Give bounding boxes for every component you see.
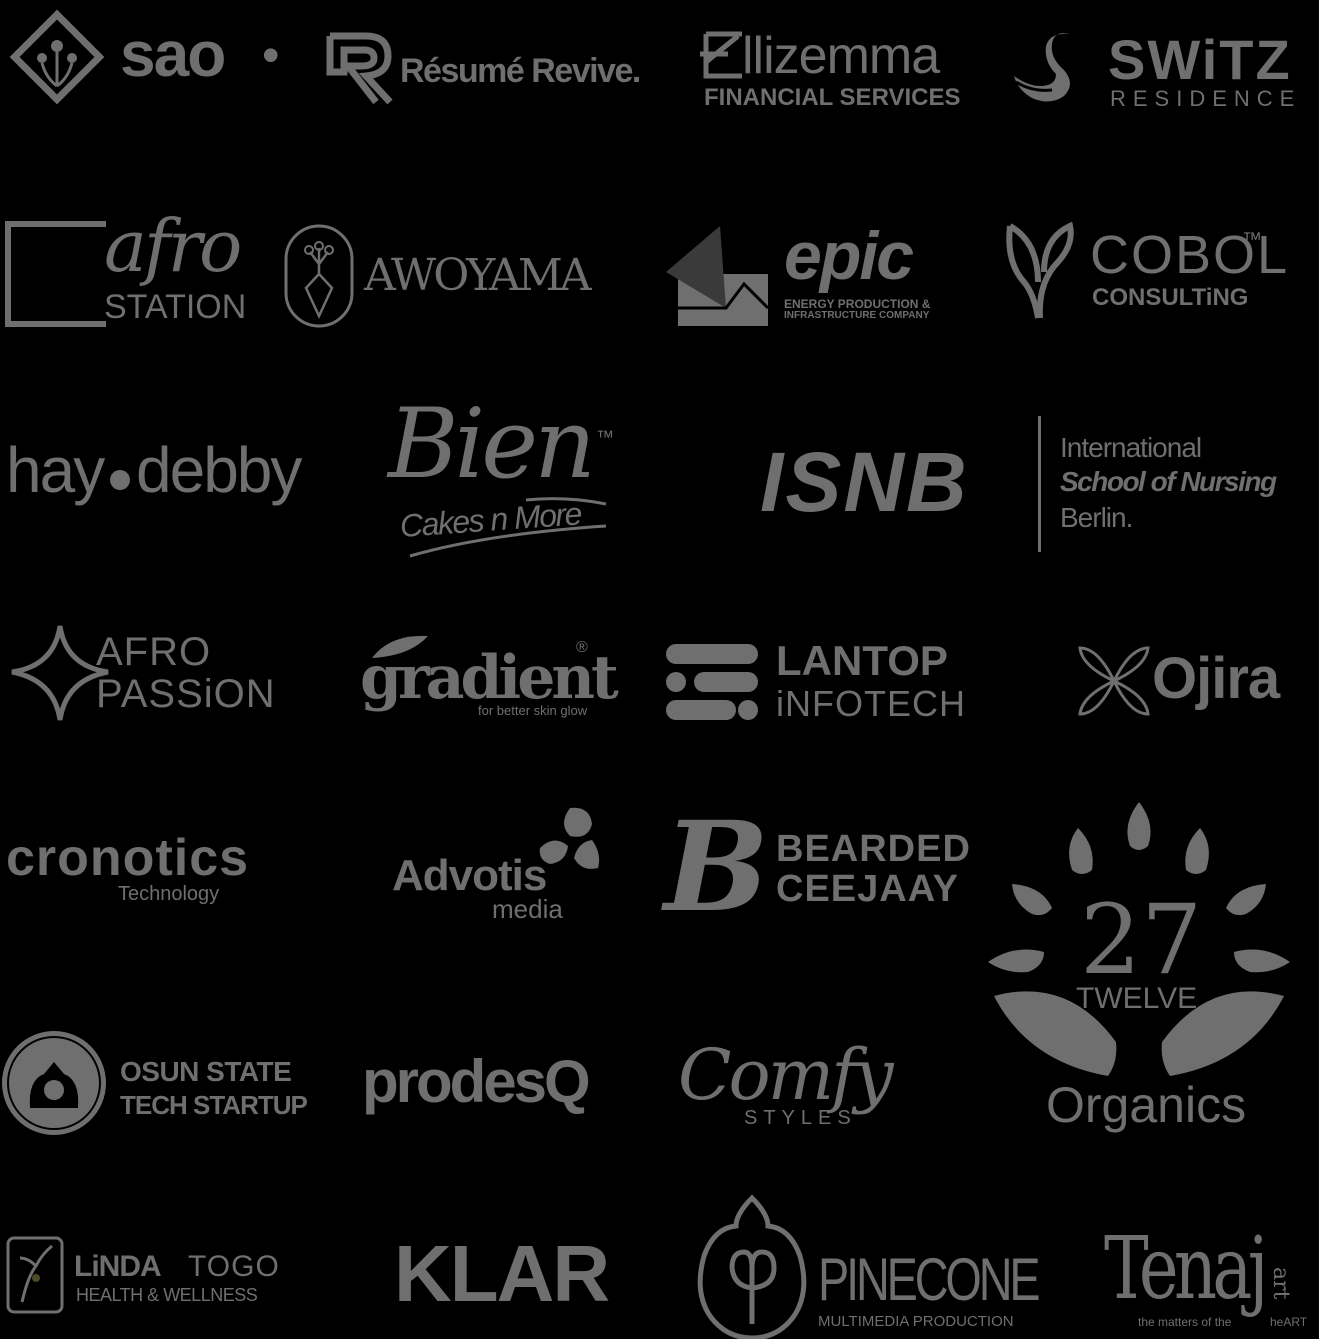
- cronotics-sub: Technology: [118, 883, 220, 905]
- swan-icon: [1014, 33, 1070, 102]
- comfy-wordmark: Comfy: [678, 1034, 894, 1116]
- gradient-wordmark: gradient: [360, 643, 619, 713]
- lantop-bottom: iNFOTECH: [776, 683, 966, 724]
- comfy-sub: STYLES: [744, 1107, 857, 1129]
- cronotics-wordmark: cronotics: [6, 829, 250, 887]
- twentyseven-bottom: Organics: [1046, 1077, 1247, 1133]
- ellizemma-e-icon: [700, 31, 742, 79]
- awoyama-wordmark: AWOYAMA: [364, 250, 592, 301]
- awoyama-emblem-icon: [284, 224, 354, 328]
- haydebby-right: debby: [136, 434, 302, 506]
- cobol-sub: CONSULTiNG: [1092, 284, 1249, 311]
- sao-wordmark: sao: [120, 18, 226, 90]
- osun-top: OSUN STATE: [120, 1056, 292, 1087]
- pinecone-wordmark: PINECONE: [818, 1246, 1041, 1313]
- pinecone-sub: MULTIMEDIA PRODUCTION: [818, 1313, 1014, 1330]
- ellizemma-wordmark: llizemma: [742, 27, 940, 85]
- gradient-reg: ®: [576, 639, 588, 656]
- isnb-line3: Berlin.: [1060, 502, 1133, 533]
- linda-sub: HEALTH & WELLNESS: [76, 1285, 258, 1305]
- bearded-top: BEARDED: [776, 828, 971, 870]
- afro-station-top: afro: [104, 204, 242, 288]
- bien-tm: ™: [596, 427, 614, 447]
- pinecone-icon: [697, 1194, 807, 1339]
- tenaj-sub: the matters of the: [1138, 1315, 1232, 1329]
- ojira-flower-icon: [1078, 646, 1150, 716]
- ojira-wordmark: Ojira: [1152, 646, 1280, 711]
- osun-bottom: TECH STARTUP: [120, 1090, 308, 1120]
- lantop-bars-icon: [666, 644, 758, 720]
- gradient-sub: for better skin glow: [478, 703, 588, 718]
- bearded-bottom: CEEJAAY: [776, 868, 960, 910]
- tenaj-wordmark: Tenaj: [1104, 1219, 1269, 1319]
- twentyseven-mid: TWELVE: [1076, 982, 1198, 1015]
- epic-sub1: ENERGY PRODUCTION &: [784, 297, 931, 311]
- switz-wordmark: SWiTZ: [1108, 28, 1292, 91]
- haydebby-dot-icon: [110, 470, 130, 490]
- haydebby-left: hay: [6, 434, 105, 506]
- afro-station-bottom: STATION: [104, 288, 247, 326]
- linda-name-b: TOGO: [188, 1250, 280, 1283]
- isnb-line1: International: [1060, 432, 1202, 463]
- advotis-sub: media: [492, 894, 563, 924]
- isnb-line2: School of Nursing: [1060, 466, 1277, 497]
- linda-figure-icon: [6, 1236, 64, 1314]
- lantop-top: LANTOP: [776, 637, 948, 684]
- epic-box-icon: [666, 226, 770, 326]
- afro-passion-star-icon: [11, 625, 109, 721]
- isnb-wordmark: ISNB: [760, 435, 969, 529]
- switz-sub: RESIDENCE: [1110, 86, 1302, 111]
- prodesq-wordmark: prodesQ: [362, 1048, 591, 1115]
- linda-name-a: LiNDA: [74, 1250, 162, 1283]
- ellizemma-sub: FINANCIAL SERVICES: [704, 84, 961, 111]
- klar-wordmark: KLAR: [394, 1229, 610, 1318]
- tenaj-sub2: heART: [1270, 1315, 1308, 1329]
- sao-diamond-icon: [9, 9, 105, 105]
- tenaj-side: art: [1268, 1267, 1293, 1300]
- isnb-divider: [1038, 416, 1041, 552]
- afro-passion-bottom: PASSiON: [96, 672, 276, 716]
- bearded-b-icon: B: [664, 795, 769, 940]
- twentyseven-num: 27: [1080, 884, 1203, 996]
- afro-station-frame-icon: [5, 221, 106, 327]
- afro-passion-top: AFRO: [96, 630, 212, 674]
- resume-r-icon: [326, 32, 393, 105]
- cobol-leaf-icon: [1006, 221, 1074, 319]
- bien-wordmark: Bien: [388, 388, 596, 500]
- resume-wordmark: Résumé Revive.: [400, 52, 641, 90]
- epic-sub2: INFRASTRUCTURE COMPANY: [784, 310, 930, 321]
- sao-dot: •: [262, 27, 280, 83]
- cobol-tm: ™: [1242, 229, 1262, 251]
- advotis-wordmark: Advotis: [392, 851, 547, 900]
- osun-crest-icon: [2, 1031, 106, 1135]
- epic-wordmark: epic: [784, 218, 914, 294]
